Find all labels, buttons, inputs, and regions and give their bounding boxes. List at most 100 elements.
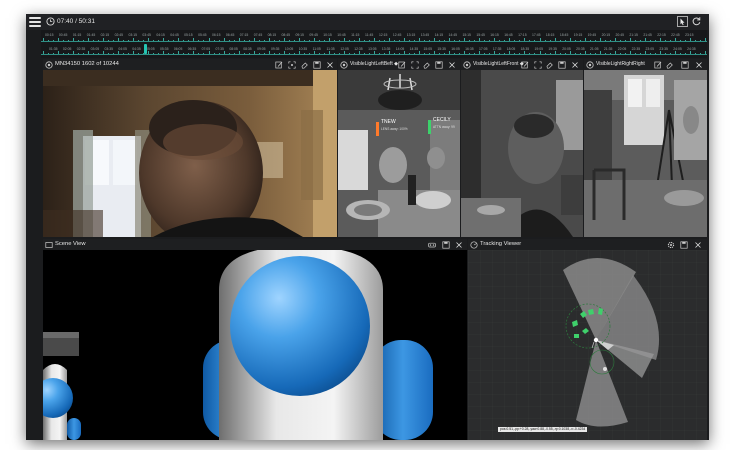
timeline-tick (474, 39, 476, 41)
timeline-tick (449, 51, 451, 54)
camera-front-feed (461, 70, 583, 237)
timeline-tick (609, 52, 611, 54)
timeline-tick (389, 38, 391, 41)
timeline-tick (519, 39, 521, 41)
timeline-tick (233, 52, 235, 54)
timeline-tick (133, 38, 135, 41)
timeline-tick (574, 39, 576, 41)
scene-3d-viewport[interactable] (43, 250, 467, 440)
fit-icon[interactable] (534, 60, 542, 69)
timeline-tick (404, 38, 406, 41)
refresh-icon[interactable] (691, 16, 702, 27)
erase-icon[interactable] (666, 61, 674, 69)
close-icon[interactable] (571, 61, 579, 69)
camera-left-title: VisibleLightLeftBeft ◆ (350, 61, 398, 67)
erase-icon[interactable] (301, 61, 309, 69)
edit-icon[interactable] (275, 61, 283, 69)
fit-icon[interactable] (288, 60, 296, 69)
timeline-tick-label: 17:45 (532, 33, 541, 37)
timeline-tick (273, 52, 275, 54)
timeline-tick (78, 39, 80, 41)
timeline-tick-label: 13:15 (406, 33, 416, 37)
timeline-tick (268, 51, 270, 54)
vr-icon[interactable] (428, 241, 436, 249)
hamburger-menu-icon[interactable] (29, 17, 41, 27)
timeline-tick-label: 06:45 (225, 33, 235, 37)
timeline-tick (163, 51, 165, 54)
timeline-tick (183, 52, 185, 54)
timeline-tick (168, 52, 170, 54)
cursor-icon[interactable] (677, 16, 688, 27)
fit-icon[interactable] (411, 60, 419, 69)
timeline-tick (679, 52, 681, 54)
timeline-tick (379, 52, 380, 54)
save-icon[interactable] (442, 240, 450, 249)
timeline-tick (358, 38, 360, 41)
timeline-tick (153, 39, 155, 41)
settings-icon[interactable] (667, 241, 675, 249)
timeline-tick (684, 52, 686, 54)
timeline-tick (664, 52, 666, 54)
save-icon[interactable] (558, 60, 566, 69)
timeline-tick (338, 39, 340, 41)
timeline-tick-label: 01:35 (49, 47, 58, 51)
timeline-tick (584, 38, 586, 41)
tracking-viewer-title: Tracking Viewer (480, 241, 522, 247)
edit-icon[interactable] (654, 61, 662, 69)
timeline-tick (579, 52, 581, 54)
timeline-tick (374, 51, 375, 54)
timeline-tick-label: 04:15 (156, 33, 165, 37)
timeline-tick (368, 39, 370, 41)
timeline-tick (43, 38, 44, 41)
timeline-tick-label: 09:45 (309, 33, 318, 37)
close-icon[interactable] (448, 61, 456, 69)
timeline-tick (48, 52, 49, 54)
timeline-tick (705, 38, 706, 41)
timeline-tick (534, 39, 536, 41)
close-icon[interactable] (695, 61, 703, 69)
timeline-tick (584, 51, 586, 54)
timeline-playhead[interactable] (144, 44, 148, 54)
close-icon[interactable] (455, 241, 463, 249)
timeline-tick (509, 51, 511, 54)
timeline-tick (98, 52, 100, 54)
timeline-tick (68, 52, 70, 54)
timeline-tick-label: 22:45 (671, 33, 680, 37)
timeline-tick (313, 38, 315, 41)
tracked-person-sub-new: LENS away: 100% (381, 127, 408, 131)
save-icon[interactable] (435, 60, 443, 69)
timeline-tick-label: 08:05 (229, 47, 238, 51)
erase-icon[interactable] (423, 61, 431, 69)
erase-icon[interactable] (546, 61, 554, 69)
timeline-tick-label: 01:45 (86, 33, 96, 37)
close-icon[interactable] (694, 241, 702, 249)
tracking-viewport[interactable]: pos:0.51,-pp:+0.28,-yaw:0.88,-0.55,-rp:0… (468, 250, 707, 440)
timeline-tick (384, 39, 386, 41)
edit-icon[interactable] (398, 61, 406, 69)
timeline-tick (123, 52, 125, 54)
close-icon[interactable] (326, 61, 334, 69)
timeline-tick-label: 24:35 (687, 47, 696, 51)
timeline-tick-label: 20:35 (576, 47, 585, 51)
timeline-tick (644, 38, 646, 41)
timeline-tick (589, 52, 591, 54)
timeline-tick (479, 51, 481, 54)
edit-icon[interactable] (521, 61, 529, 69)
save-icon[interactable] (313, 60, 321, 69)
timeline-tick (238, 38, 240, 41)
timeline-tick (288, 52, 290, 54)
timeline-tick-label: 14:15 (434, 33, 444, 37)
timeline-tick (579, 39, 581, 41)
save-icon[interactable] (681, 60, 689, 69)
timeline-tick-label: 02:05 (62, 47, 72, 51)
timeline-tick (128, 39, 130, 41)
timeline-tick-label: 23:05 (645, 47, 655, 51)
pane-header: VisibleLightRightRight (584, 59, 707, 70)
timeline-scrubber[interactable]: 00:15 00:45 01:15 01:45 02:15 02:45 03:15 03:45… (41, 30, 707, 58)
timeline-tick-label: 16:15 (490, 33, 499, 37)
timeline-tick (429, 52, 431, 54)
save-icon[interactable] (680, 240, 688, 249)
timeline-tick-label: 01:15 (72, 33, 82, 37)
timeline-tick-label: 20:15 (601, 33, 611, 37)
timeline-tick (619, 52, 621, 54)
